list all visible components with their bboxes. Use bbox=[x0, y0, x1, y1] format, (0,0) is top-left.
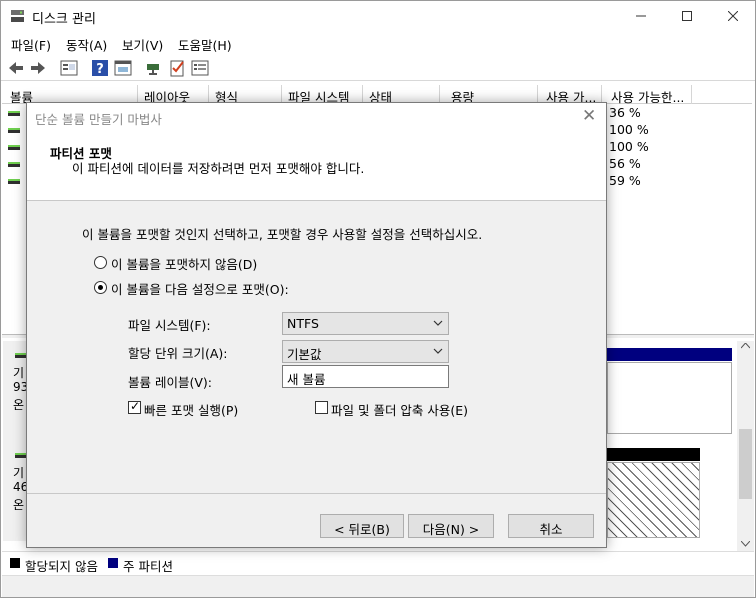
no-format-radio[interactable] bbox=[94, 256, 107, 269]
percent-free: 36 % bbox=[609, 105, 641, 120]
close-button[interactable] bbox=[710, 1, 756, 31]
drive-icon bbox=[8, 145, 20, 150]
drive-icon bbox=[8, 162, 20, 167]
page-description: 이 파티션에 데이터를 저장하려면 먼저 포맷해야 합니다. bbox=[72, 161, 365, 176]
connect-icon[interactable] bbox=[144, 58, 164, 78]
format-radio[interactable] bbox=[94, 281, 107, 294]
quick-format-label[interactable]: 빠른 포맷 실행(P) bbox=[144, 400, 238, 419]
menu-help[interactable]: 도움말(H) bbox=[178, 35, 232, 54]
forward-icon[interactable] bbox=[28, 58, 48, 78]
menu-bar: 파일(F) 동작(A) 보기(V) 도움말(H) bbox=[1, 31, 755, 53]
percent-free: 56 % bbox=[609, 156, 641, 171]
drive-icon bbox=[8, 111, 20, 116]
wizard-header: 파티션 포맷 이 파티션에 데이터를 저장하려면 먼저 포맷해야 합니다. bbox=[27, 131, 606, 201]
format-label[interactable]: 이 볼륨을 다음 설정으로 포맷(O): bbox=[111, 279, 289, 298]
new-simple-volume-wizard: 단순 볼륨 만들기 마법사 ✕ 파티션 포맷 이 파티션에 데이터를 저장하려면… bbox=[26, 102, 607, 548]
wizard-title-bar: 단순 볼륨 만들기 마법사 ✕ bbox=[27, 103, 606, 131]
toolbar: ? bbox=[1, 55, 755, 81]
disk-status: 온 bbox=[13, 398, 25, 412]
scrollbar[interactable] bbox=[737, 341, 754, 551]
drive-icon bbox=[8, 179, 20, 184]
primary-partition-bar bbox=[607, 348, 732, 361]
column-percent-free[interactable]: 사용 가능한... bbox=[602, 85, 692, 105]
menu-action[interactable]: 동작(A) bbox=[66, 35, 107, 54]
compression-label[interactable]: 파일 및 폴더 압축 사용(E) bbox=[331, 400, 468, 419]
no-format-label[interactable]: 이 볼륨을 포맷하지 않음(D) bbox=[111, 254, 257, 273]
allocation-size-label: 할당 단위 크기(A): bbox=[128, 346, 228, 361]
scroll-thumb[interactable] bbox=[739, 429, 752, 499]
unallocated-space[interactable] bbox=[607, 462, 700, 538]
primary-partition[interactable] bbox=[607, 362, 732, 434]
unallocated-swatch bbox=[10, 558, 20, 568]
chevron-down-icon bbox=[433, 348, 443, 354]
scroll-down-icon[interactable] bbox=[741, 541, 750, 547]
minimize-button[interactable] bbox=[618, 1, 664, 31]
help-icon[interactable]: ? bbox=[90, 58, 110, 78]
filesystem-select[interactable]: NTFS bbox=[282, 312, 449, 335]
window-title: 디스크 관리 bbox=[32, 12, 96, 27]
settings-icon[interactable] bbox=[190, 58, 210, 78]
disk-status: 온 bbox=[13, 498, 25, 512]
primary-swatch bbox=[108, 558, 118, 568]
checkmark-icon: ✓ bbox=[130, 399, 141, 413]
properties-icon[interactable] bbox=[113, 58, 133, 78]
instruction-text: 이 볼륨을 포맷할 것인지 선택하고, 포맷할 경우 사용할 설정을 선택하십시… bbox=[82, 227, 483, 242]
drive-icon bbox=[8, 128, 20, 133]
chevron-down-icon bbox=[433, 320, 443, 326]
wizard-close-icon[interactable]: ✕ bbox=[582, 106, 596, 126]
footer-divider bbox=[27, 493, 606, 494]
maximize-button[interactable] bbox=[664, 1, 710, 31]
title-bar: 디스크 관리 bbox=[1, 1, 755, 31]
scroll-up-icon[interactable] bbox=[741, 343, 750, 349]
filesystem-label: 파일 시스템(F): bbox=[128, 318, 211, 333]
legend-unallocated: 할당되지 않음 bbox=[25, 559, 98, 574]
volume-label-label: 볼륨 레이블(V): bbox=[128, 375, 212, 390]
percent-free: 59 % bbox=[609, 173, 641, 188]
disk-type: 기 bbox=[13, 466, 25, 480]
next-button[interactable]: 다음(N) > bbox=[408, 514, 494, 538]
menu-file[interactable]: 파일(F) bbox=[11, 35, 51, 54]
disk-type: 기 bbox=[13, 366, 25, 380]
status-bar bbox=[2, 575, 754, 597]
disk-list-icon[interactable] bbox=[59, 58, 79, 78]
legend: 할당되지 않음 주 파티션 bbox=[2, 551, 754, 574]
svg-text:?: ? bbox=[96, 62, 104, 77]
menu-view[interactable]: 보기(V) bbox=[122, 35, 163, 54]
percent-free: 100 % bbox=[609, 122, 649, 137]
percent-free: 100 % bbox=[609, 139, 649, 154]
legend-primary: 주 파티션 bbox=[123, 559, 173, 574]
allocation-size-value: 기본값 bbox=[287, 347, 322, 362]
wizard-title: 단순 볼륨 만들기 마법사 bbox=[35, 112, 162, 127]
cancel-button[interactable]: 취소 bbox=[508, 514, 594, 538]
check-icon[interactable] bbox=[167, 58, 187, 78]
volume-label-input[interactable]: 새 볼륨 bbox=[282, 365, 449, 388]
allocation-size-select[interactable]: 기본값 bbox=[282, 340, 449, 363]
back-icon[interactable] bbox=[6, 58, 26, 78]
unallocated-bar bbox=[607, 448, 700, 461]
disk-management-icon bbox=[11, 10, 24, 22]
quick-format-checkbox[interactable]: ✓ bbox=[128, 399, 141, 414]
compression-checkbox[interactable] bbox=[315, 401, 328, 414]
filesystem-value: NTFS bbox=[287, 316, 319, 331]
back-button[interactable]: < 뒤로(B) bbox=[320, 514, 404, 538]
